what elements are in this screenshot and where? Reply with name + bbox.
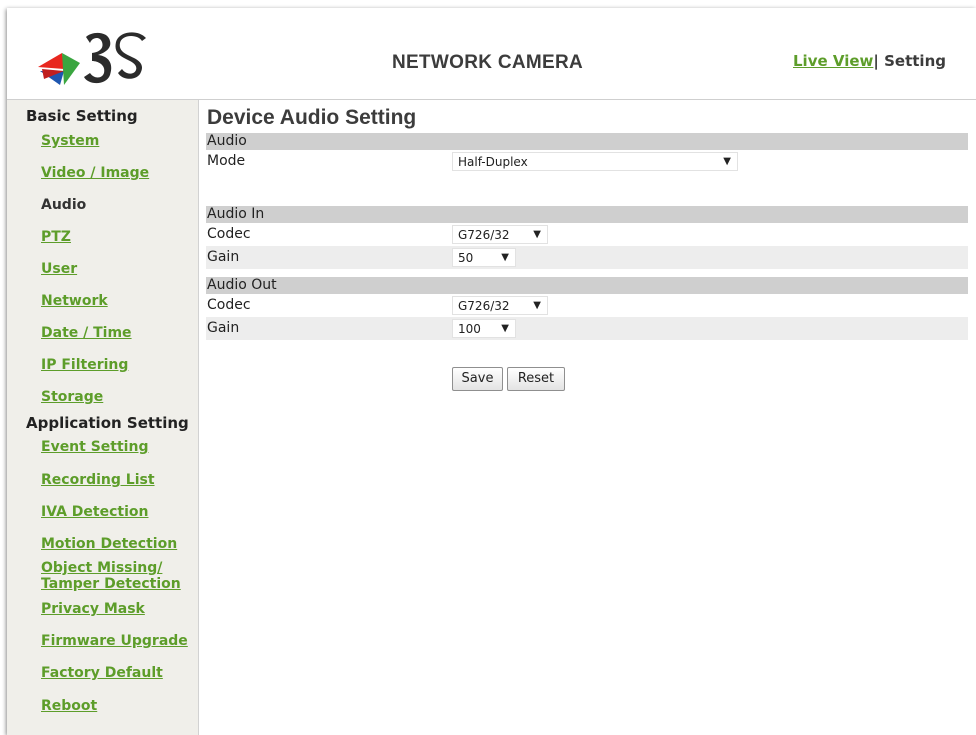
chevron-down-icon: ▼ — [533, 229, 541, 240]
chevron-down-icon: ▼ — [501, 323, 509, 334]
audio-in-gain-select[interactable]: 50 ▼ — [452, 248, 516, 267]
audio-in-codec-value: G726/32 — [458, 228, 510, 242]
chevron-down-icon: ▼ — [501, 252, 509, 263]
audio-out-codec-row: Codec G726/32 ▼ — [206, 294, 968, 317]
top-nav: Live View| Setting — [793, 52, 946, 70]
mode-row: Mode Half-Duplex ▼ — [206, 150, 968, 173]
sidebar-item-ip-filtering[interactable]: IP Filtering — [41, 357, 128, 373]
audio-in-codec-label: Codec — [207, 226, 251, 242]
sidebar-item-iva-detection[interactable]: IVA Detection — [41, 504, 148, 520]
page-title: Device Audio Setting — [207, 106, 417, 129]
audio-in-codec-row: Codec G726/32 ▼ — [206, 223, 968, 246]
audio-out-codec-value: G726/32 — [458, 299, 510, 313]
audio-out-gain-value: 100 — [458, 322, 481, 336]
header: NETWORK CAMERA Live View| Setting — [7, 8, 976, 100]
sidebar-item-firmware-upgrade[interactable]: Firmware Upgrade — [41, 633, 188, 649]
page-frame: NETWORK CAMERA Live View| Setting Basic … — [7, 8, 976, 735]
sidebar-item-motion-detection[interactable]: Motion Detection — [41, 536, 177, 552]
audio-out-gain-row: Gain 100 ▼ — [206, 317, 968, 340]
audio-out-gain-label: Gain — [207, 320, 240, 336]
object-missing-label: Object Missing/ — [41, 560, 163, 576]
audio-out-codec-label: Codec — [207, 297, 251, 313]
audio-in-gain-value: 50 — [458, 251, 474, 265]
sidebar-item-audio[interactable]: Audio — [41, 197, 86, 213]
sidebar-item-user[interactable]: User — [41, 261, 77, 277]
save-button[interactable]: Save — [452, 367, 503, 391]
sidebar-item-object-missing-tamper[interactable]: Object Missing/ Tamper Detection — [41, 560, 181, 592]
mode-select[interactable]: Half-Duplex ▼ — [452, 152, 738, 171]
sidebar: Basic Setting System Video / Image Audio… — [7, 100, 199, 735]
audio-in-codec-select[interactable]: G726/32 ▼ — [452, 225, 548, 244]
live-view-link[interactable]: Live View — [793, 52, 873, 70]
mode-select-value: Half-Duplex — [458, 155, 528, 169]
chevron-down-icon: ▼ — [723, 156, 731, 167]
setting-link[interactable]: Setting — [884, 52, 946, 70]
sidebar-item-storage[interactable]: Storage — [41, 389, 103, 405]
main-content: Device Audio Setting Audio Mode Half-Dup… — [199, 100, 976, 735]
nav-separator: | — [873, 52, 879, 70]
mode-label: Mode — [207, 153, 246, 169]
audio-out-section-header: Audio Out — [206, 277, 968, 294]
sidebar-item-event-setting[interactable]: Event Setting — [41, 439, 148, 455]
camera-title: NETWORK CAMERA — [392, 52, 584, 73]
sidebar-item-privacy-mask[interactable]: Privacy Mask — [41, 601, 145, 617]
chevron-down-icon: ▼ — [533, 300, 541, 311]
sidebar-item-factory-default[interactable]: Factory Default — [41, 665, 163, 681]
reset-button[interactable]: Reset — [507, 367, 565, 391]
audio-in-section-header: Audio In — [206, 206, 968, 223]
sidebar-item-network[interactable]: Network — [41, 293, 108, 309]
audio-in-gain-row: Gain 50 ▼ — [206, 246, 968, 269]
3s-logo — [38, 32, 146, 85]
sidebar-item-video-image[interactable]: Video / Image — [41, 165, 149, 181]
tamper-detection-label: Tamper Detection — [41, 576, 181, 592]
audio-section-header: Audio — [206, 133, 968, 150]
sidebar-item-recording-list[interactable]: Recording List — [41, 472, 155, 488]
basic-setting-heading: Basic Setting — [26, 107, 138, 125]
audio-in-gain-label: Gain — [207, 249, 240, 265]
audio-out-codec-select[interactable]: G726/32 ▼ — [452, 296, 548, 315]
sidebar-item-reboot[interactable]: Reboot — [41, 698, 97, 714]
audio-out-gain-select[interactable]: 100 ▼ — [452, 319, 516, 338]
sidebar-item-ptz[interactable]: PTZ — [41, 229, 71, 245]
application-setting-heading: Application Setting — [26, 414, 189, 432]
sidebar-item-date-time[interactable]: Date / Time — [41, 325, 132, 341]
sidebar-item-system[interactable]: System — [41, 133, 99, 149]
